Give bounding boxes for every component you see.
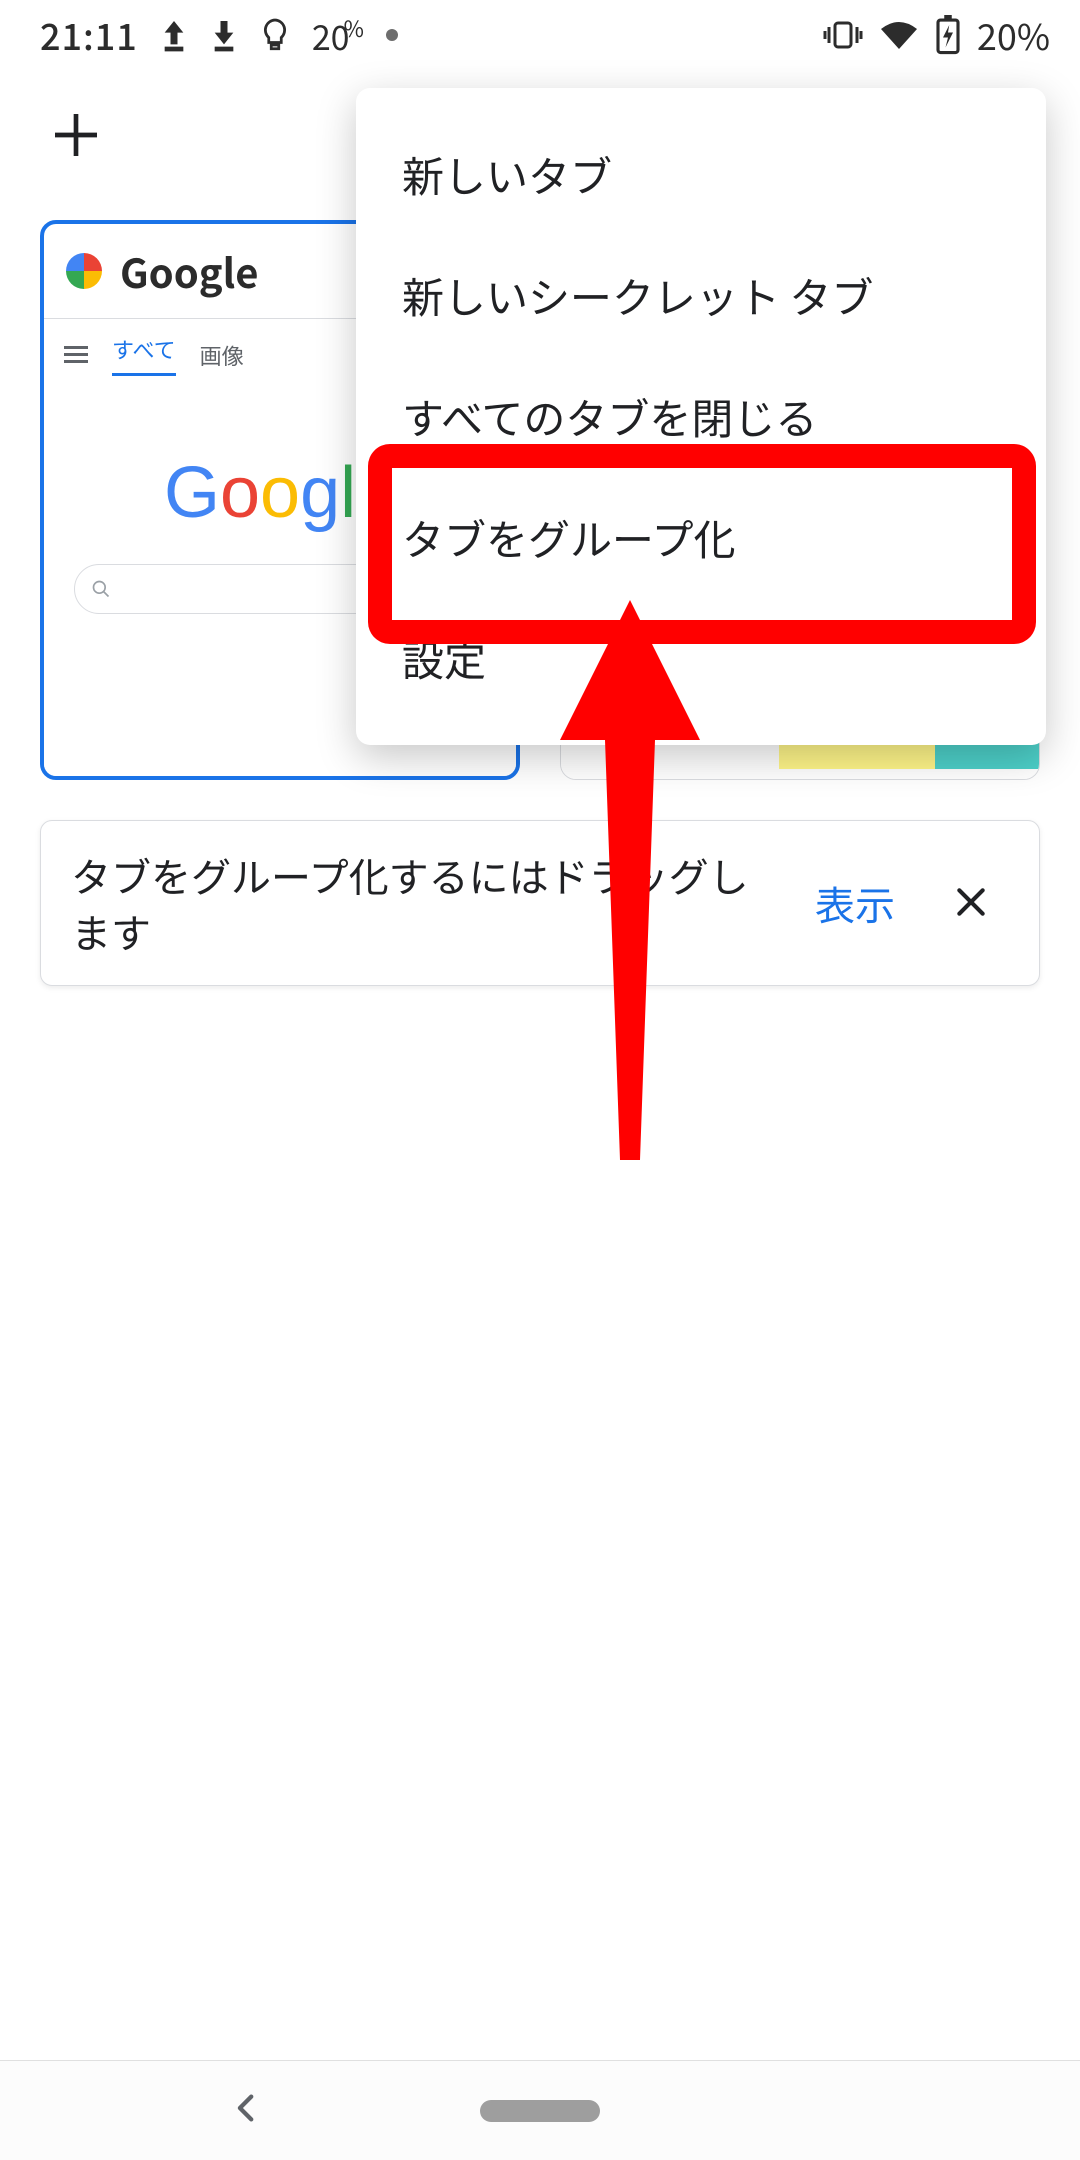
menu-item-close-all-tabs[interactable]: すべてのタブを閉じる xyxy=(356,356,1046,477)
snackbar-action-button[interactable]: 表示 xyxy=(797,864,913,942)
upload-icon xyxy=(160,18,188,52)
overflow-menu: 新しいタブ 新しいシークレット タブ すべてのタブを閉じる タブをグループ化 設… xyxy=(356,88,1046,745)
status-battery-text: 20% xyxy=(977,9,1050,61)
status-left: 21:11 20% xyxy=(40,9,398,61)
status-bar: 21:11 20% 20% xyxy=(0,0,1080,70)
bulb-icon xyxy=(260,17,290,53)
battery-icon xyxy=(935,15,961,55)
new-tab-button[interactable] xyxy=(40,99,112,171)
status-time: 21:11 xyxy=(40,9,138,61)
preview-tab-all: すべて xyxy=(112,333,176,376)
wifi-icon xyxy=(879,19,919,51)
status-brightness-pct: 20% xyxy=(312,11,364,60)
system-nav-bar xyxy=(0,2060,1080,2160)
menu-item-settings[interactable]: 設定 xyxy=(356,598,1046,719)
snackbar-close-button[interactable] xyxy=(933,861,1009,945)
snackbar: タブをグループ化するにはドラッグします 表示 xyxy=(40,820,1040,986)
vibrate-icon xyxy=(823,19,863,51)
snackbar-text: タブをグループ化するにはドラッグします xyxy=(71,847,777,959)
menu-item-group-tabs[interactable]: タブをグループ化 xyxy=(356,477,1046,598)
nav-back-button[interactable] xyxy=(230,2091,264,2130)
status-right: 20% xyxy=(823,9,1050,61)
download-icon xyxy=(210,18,238,52)
menu-item-new-tab[interactable]: 新しいタブ xyxy=(356,114,1046,235)
menu-item-new-incognito-tab[interactable]: 新しいシークレット タブ xyxy=(356,235,1046,356)
tab-title: Google xyxy=(120,242,258,300)
hamburger-icon xyxy=(64,346,88,363)
google-favicon-icon xyxy=(66,253,102,289)
search-icon xyxy=(91,579,111,599)
dot-icon xyxy=(386,29,398,41)
preview-tab-image: 画像 xyxy=(200,339,244,371)
nav-home-pill[interactable] xyxy=(480,2100,600,2122)
